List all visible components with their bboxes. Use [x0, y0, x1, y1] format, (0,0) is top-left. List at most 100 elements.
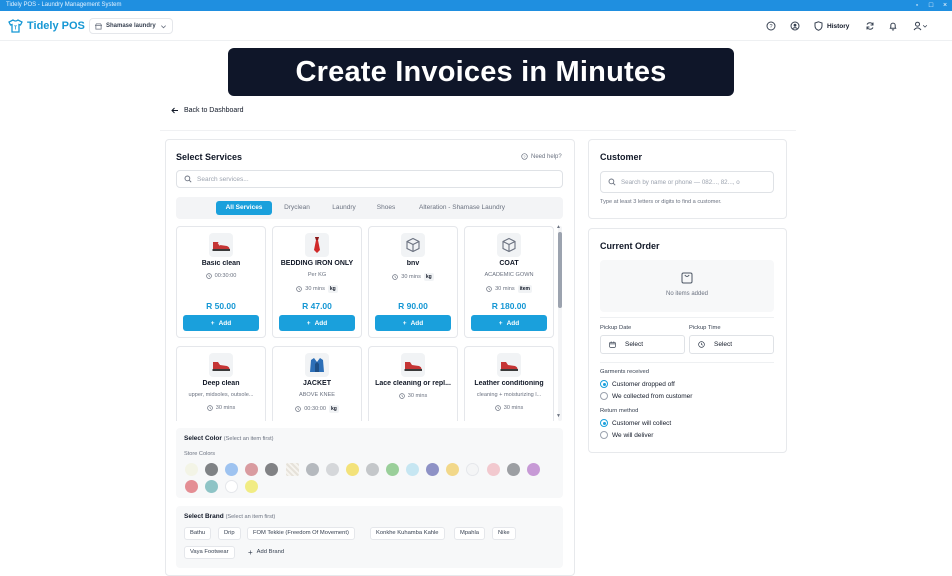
clock-icon [296, 286, 303, 292]
maximize-button[interactable]: □ [924, 0, 938, 11]
brand-chip[interactable]: Drip [218, 527, 241, 540]
color-swatch[interactable] [365, 463, 379, 476]
back-link-label: Back to Dashboard [184, 107, 244, 114]
pickup-time-picker[interactable]: Select [689, 335, 774, 354]
user-icon [913, 21, 921, 31]
tie-icon [305, 233, 329, 257]
scrollbar-thumb[interactable] [558, 232, 562, 308]
pickup-date-picker[interactable]: Select [600, 335, 685, 354]
service-card[interactable]: COAT ACADEMIC GOWN 30 mins item R 180.00 … [464, 226, 554, 338]
color-swatch[interactable] [345, 463, 359, 476]
service-card[interactable]: Basic clean 00:30:00 R 50.00 + Add [176, 226, 266, 338]
add-label: Add [314, 319, 328, 327]
radio-customer-dropped-off[interactable]: Customer dropped off [600, 380, 675, 388]
box-icon [497, 233, 521, 257]
service-card[interactable]: BEDDING IRON ONLY Per KG 30 mins kg R 47.… [272, 226, 362, 338]
clock-icon [698, 341, 705, 348]
garments-received-label: Garments received [600, 369, 649, 375]
color-swatch[interactable] [386, 463, 399, 476]
tab-all-services[interactable]: All Services [216, 201, 272, 215]
color-swatch[interactable] [486, 463, 500, 476]
history-button[interactable]: History [814, 20, 849, 32]
brand-chip[interactable]: Nike [492, 527, 516, 540]
svg-text:?: ? [523, 155, 525, 159]
radio-we-collected[interactable]: We collected from customer [600, 392, 692, 400]
refresh-icon[interactable] [864, 20, 876, 32]
tab-alteration[interactable]: Alteration - Shamase Laundry [409, 201, 515, 215]
minimize-button[interactable]: ▫ [910, 0, 924, 11]
color-swatch[interactable] [185, 480, 198, 493]
service-card[interactable]: Leather conditioning cleaning + moisturi… [464, 346, 554, 421]
scroll-up-arrow-icon[interactable]: ▲ [556, 224, 561, 230]
add-service-button[interactable]: + Add [279, 315, 355, 331]
radio-customer-will-collect[interactable]: Customer will collect [600, 419, 671, 427]
radio-we-will-deliver[interactable]: We will deliver [600, 431, 653, 439]
service-name: JACKET [302, 380, 331, 387]
clock-icon [205, 273, 212, 279]
color-swatch[interactable] [205, 463, 219, 476]
help-circle-icon[interactable]: ? [765, 20, 777, 32]
help-circle-icon: ? [521, 153, 528, 160]
divider [160, 130, 796, 131]
color-swatch[interactable] [526, 463, 540, 476]
color-swatch[interactable] [185, 463, 198, 476]
need-help-link[interactable]: ? Need help? [521, 153, 562, 160]
service-search-input[interactable]: Search services... [176, 170, 563, 188]
svg-text:?: ? [769, 24, 772, 30]
brand-chip[interactable]: Konkhe Kuhamba Kahle [370, 527, 445, 540]
service-duration: 30 mins [177, 405, 265, 411]
service-card[interactable]: JACKET ABOVE KNEE 00:30:00 kg [272, 346, 362, 421]
color-swatch[interactable] [506, 463, 520, 476]
service-name: Deep clean [202, 380, 240, 387]
service-name: Lace cleaning or repl... [375, 380, 451, 387]
radio-selected-icon [600, 419, 608, 427]
add-brand-button[interactable]: + Add Brand [243, 546, 289, 559]
color-title-text: Select Color [184, 435, 222, 442]
add-service-button[interactable]: + Add [183, 315, 259, 331]
service-duration: 30 mins kg [273, 285, 361, 293]
service-price: R 50.00 [206, 301, 236, 311]
back-to-dashboard-link[interactable]: Back to Dashboard [171, 107, 244, 114]
bell-icon[interactable] [887, 20, 899, 32]
chevron-down-icon [160, 24, 166, 28]
brand-chip[interactable]: Bathu [184, 527, 212, 540]
brand-chip[interactable]: FOM Tekkie (Freedom Of Movement) [247, 527, 355, 540]
store-selector[interactable]: Shamase laundry [89, 18, 173, 34]
service-card[interactable]: Deep clean upper, midsoles, outsole... 3… [176, 346, 266, 421]
tab-shoes[interactable]: Shoes [369, 201, 403, 215]
add-service-button[interactable]: + Add [471, 315, 547, 331]
color-swatch[interactable] [205, 480, 219, 493]
shoe-icon [401, 353, 425, 377]
account-circle-icon[interactable] [789, 20, 801, 32]
brand-chip[interactable]: Mpahla [454, 527, 486, 540]
close-button[interactable]: × [938, 0, 952, 11]
customer-search-input[interactable]: Search by name or phone — 082..., 82...,… [600, 171, 774, 193]
select-brand-title: Select Brand (Select an item first) [184, 513, 275, 520]
service-price: R 90.00 [398, 301, 428, 311]
search-icon [608, 178, 616, 186]
pickup-date-label: Pickup Date [600, 325, 632, 331]
scroll-down-arrow-icon[interactable]: ▼ [556, 413, 561, 419]
user-menu-button[interactable] [912, 20, 928, 32]
brand-chip[interactable]: Vaya Footwear [184, 546, 235, 559]
radio-label: Customer dropped off [612, 380, 675, 388]
select-color-title: Select Color (Select an item first) [184, 435, 274, 442]
clock-icon [295, 406, 301, 412]
color-hint: (Select an item first) [223, 436, 274, 442]
service-duration: 30 mins kg [369, 273, 457, 281]
add-service-button[interactable]: + Add [375, 315, 451, 331]
color-swatch[interactable] [325, 463, 339, 476]
service-card[interactable]: Lace cleaning or repl... 30 mins [368, 346, 458, 421]
tab-laundry[interactable]: Laundry [324, 201, 364, 215]
color-swatch[interactable] [406, 463, 420, 476]
app-logo[interactable]: T Tidely POS [8, 19, 85, 33]
service-search-placeholder: Search services... [197, 175, 249, 183]
color-swatch[interactable] [285, 463, 299, 476]
store-name: Shamase laundry [106, 23, 156, 29]
duration-text: 00:30:00 [304, 406, 326, 412]
customer-title: Customer [600, 152, 643, 162]
service-card[interactable]: bnv 30 mins kg R 90.00 + Add [368, 226, 458, 338]
color-swatch[interactable] [305, 463, 319, 476]
tab-dryclean[interactable]: Dryclean [277, 201, 317, 215]
service-name: BEDDING IRON ONLY [280, 260, 354, 267]
